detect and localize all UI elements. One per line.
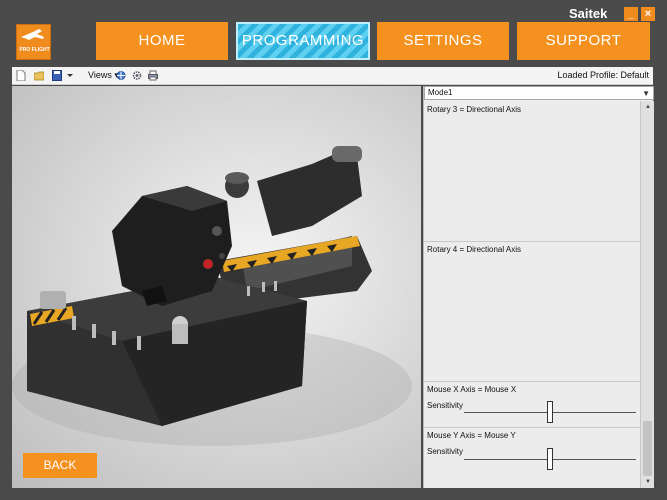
nav-home[interactable]: HOME	[96, 22, 228, 60]
views-menu[interactable]: Views ▾	[88, 70, 119, 81]
mode-select[interactable]: Mode1 ▼	[424, 86, 654, 100]
nav-settings[interactable]: SETTINGS	[377, 22, 509, 60]
row-divider	[424, 381, 640, 382]
print-icon[interactable]	[148, 70, 158, 81]
mode-value: Mode1	[428, 88, 453, 97]
gear-icon[interactable]	[132, 70, 142, 81]
scroll-down-icon[interactable]: ▼	[641, 476, 655, 488]
sensitivity-slider-thumb[interactable]	[547, 401, 553, 423]
views-label: Views	[88, 70, 112, 80]
chevron-down-icon: ▼	[642, 89, 650, 98]
list-item[interactable]: Mouse X Axis = Mouse X	[427, 385, 516, 394]
close-button[interactable]: ×	[641, 7, 655, 21]
back-button[interactable]: BACK	[23, 453, 97, 478]
title-bar: PRO FLIGHT HOME PROGRAMMING SETTINGS SUP…	[0, 0, 667, 66]
sensitivity-label: Sensitivity	[427, 447, 464, 456]
pro-flight-logo: PRO FLIGHT	[16, 24, 51, 60]
sensitivity-label: Sensitivity	[427, 401, 464, 410]
scroll-thumb[interactable]	[643, 421, 652, 476]
nav-programming[interactable]: PROGRAMMING	[236, 22, 370, 60]
new-file-icon[interactable]	[16, 70, 26, 81]
throttle-render	[12, 146, 412, 446]
row-divider	[424, 241, 640, 242]
open-folder-icon[interactable]	[34, 70, 44, 81]
list-item[interactable]: Rotary 4 = Directional Axis	[427, 245, 521, 254]
chevron-down-icon[interactable]	[66, 70, 74, 81]
loaded-profile: Loaded Profile: Default	[557, 70, 649, 80]
jet-icon	[21, 29, 44, 40]
list-item[interactable]: Mouse Y Axis = Mouse Y	[427, 431, 516, 440]
logo-text: PRO FLIGHT	[19, 47, 50, 53]
list-item[interactable]: Rotary 3 = Directional Axis	[427, 105, 521, 114]
3d-viewport[interactable]	[12, 86, 421, 488]
sensitivity-slider-thumb[interactable]	[547, 448, 553, 470]
assignment-panel: Mode1 ▼ Rotary 3 = Directional Axis Rota…	[423, 86, 654, 488]
scroll-up-icon[interactable]: ▲	[641, 101, 655, 113]
nav-support[interactable]: SUPPORT	[517, 22, 650, 60]
row-divider	[424, 427, 640, 428]
brand-label: Saitek	[569, 6, 608, 21]
assignment-list: Rotary 3 = Directional Axis Rotary 4 = D…	[424, 101, 640, 488]
save-icon[interactable]	[52, 70, 62, 81]
vertical-scrollbar[interactable]: ▲ ▼	[640, 101, 654, 488]
views-icon[interactable]	[116, 70, 126, 81]
toolbar: Views ▾ Loaded Profile: Default	[12, 67, 653, 85]
minimize-button[interactable]: _	[624, 7, 638, 21]
